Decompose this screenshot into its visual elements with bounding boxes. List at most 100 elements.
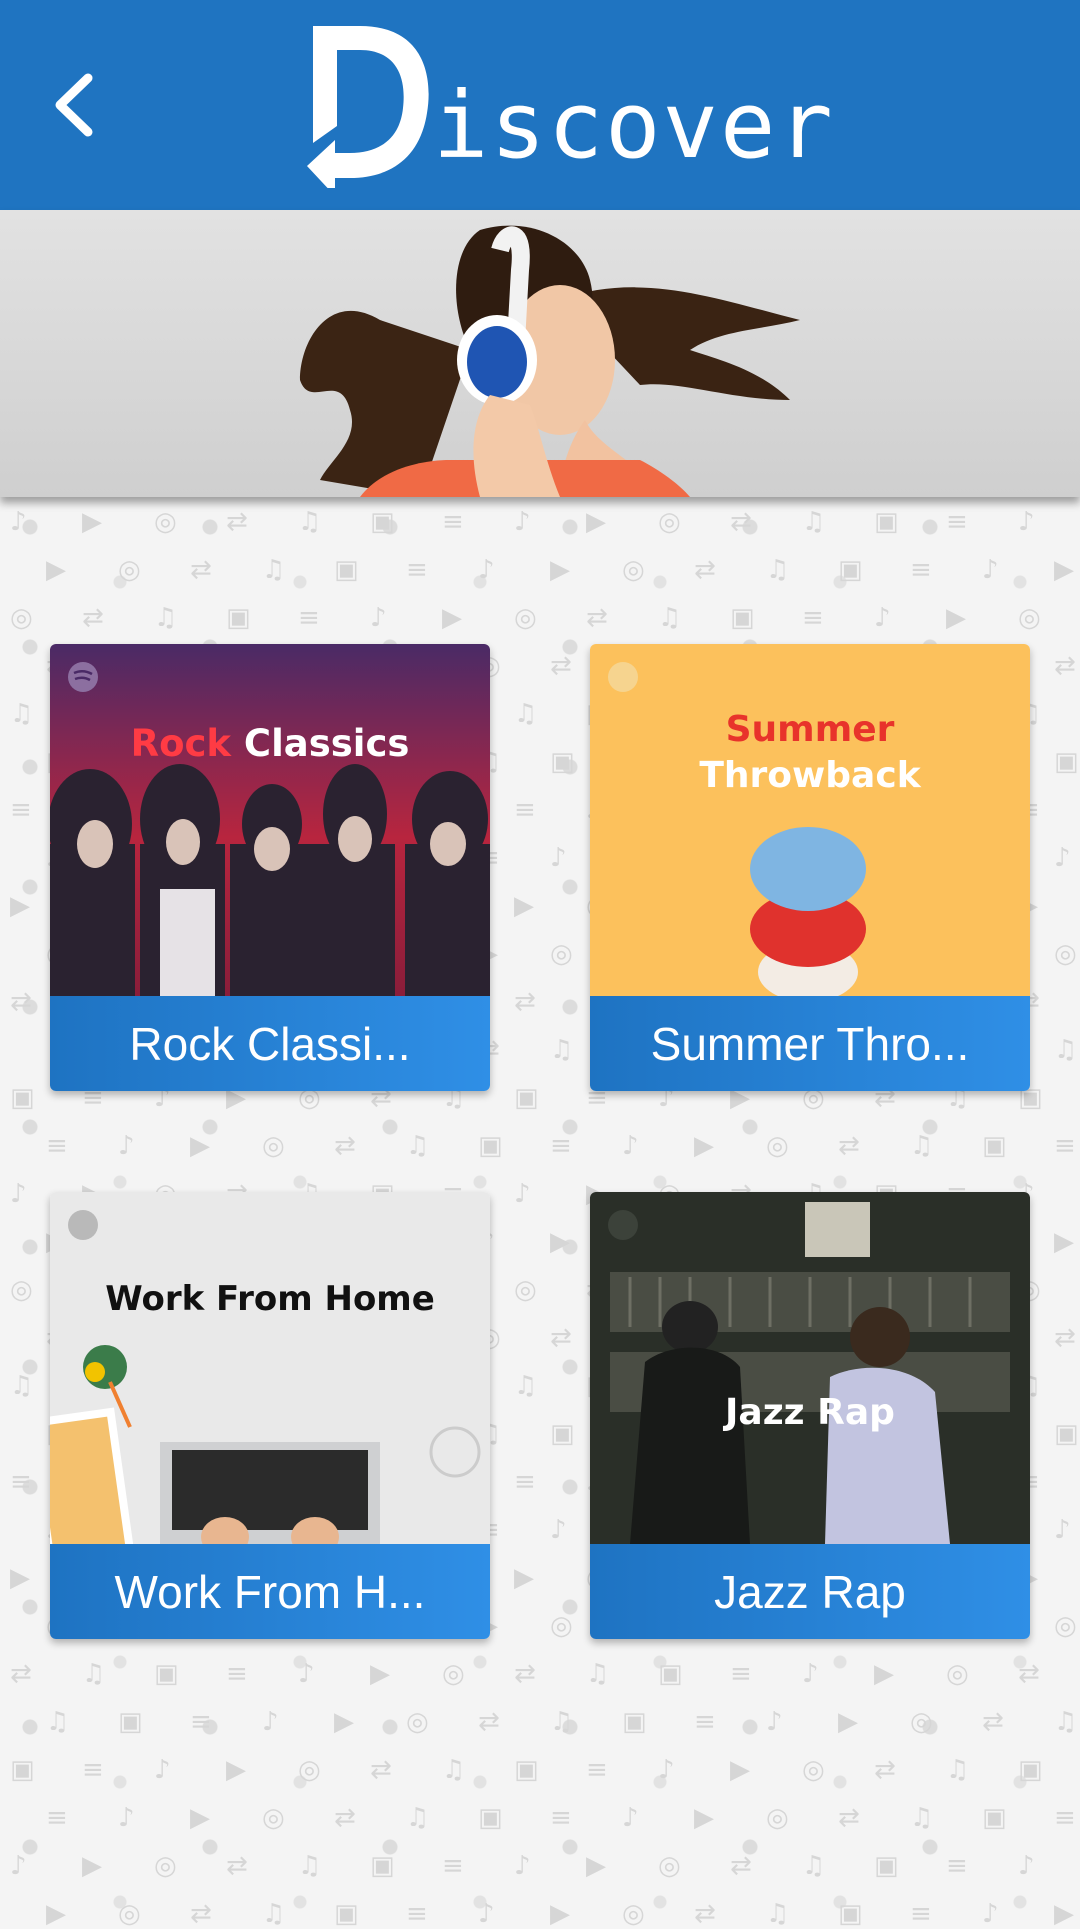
- pattern-glyph: ♪: [622, 1131, 639, 1161]
- pattern-glyph: ≡: [82, 1755, 104, 1785]
- pattern-glyph: ▶: [10, 891, 30, 921]
- pattern-glyph: ♫: [514, 1371, 538, 1401]
- pattern-glyph: ♪: [982, 555, 999, 585]
- pattern-glyph: ≡: [10, 1467, 32, 1497]
- art-title-classics: Classics: [244, 722, 410, 765]
- art-title: Work From Home: [105, 1279, 435, 1319]
- pattern-glyph: ♫: [298, 1851, 322, 1881]
- pattern-glyph: ▶: [946, 603, 966, 633]
- pattern-glyph: ≡: [46, 1131, 68, 1161]
- pattern-glyph: ▣: [370, 507, 395, 537]
- pattern-glyph: ≡: [406, 555, 428, 585]
- pattern-glyph: ♫: [946, 1755, 970, 1785]
- pattern-glyph: ♪: [802, 1659, 819, 1689]
- pattern-glyph: ⇄: [334, 1131, 356, 1161]
- pattern-glyph: ♫: [802, 507, 826, 537]
- pattern-glyph: ▣: [982, 1803, 1007, 1833]
- pattern-glyph: ◎: [802, 1755, 825, 1785]
- pattern-glyph: ▣: [514, 1755, 539, 1785]
- playlist-card-rock-classics[interactable]: Rock Classics Rock Classi...: [50, 644, 490, 1091]
- girl-with-headphones-image: [0, 210, 1080, 497]
- pattern-glyph: ♫: [910, 1131, 934, 1161]
- spotify-icon: [68, 1210, 98, 1240]
- pattern-glyph: ≡: [910, 555, 932, 585]
- pattern-glyph: ◎: [514, 603, 537, 633]
- pattern-glyph: ♪: [982, 1899, 999, 1929]
- pattern-glyph: ≡: [298, 603, 320, 633]
- pattern-glyph: ≡: [226, 1659, 248, 1689]
- pattern-glyph: ⇄: [694, 555, 716, 585]
- playlist-card-summer-throwback[interactable]: Summer Throwback Summer Thro...: [590, 644, 1030, 1091]
- pattern-glyph: ▶: [550, 1899, 570, 1929]
- pattern-glyph: ⇄: [370, 1755, 392, 1785]
- pattern-glyph: ♪: [1018, 507, 1035, 537]
- pattern-glyph: ≡: [442, 1851, 464, 1881]
- pattern-glyph: ⇄: [190, 1899, 212, 1929]
- pattern-glyph: ≡: [946, 507, 968, 537]
- pattern-glyph: ◎: [622, 1899, 645, 1929]
- pattern-glyph: ♫: [46, 1707, 70, 1737]
- pattern-glyph: ⇄: [334, 1803, 356, 1833]
- pattern-glyph: ⇄: [478, 1707, 500, 1737]
- playlist-card-jazz-rap[interactable]: Jazz Rap Jazz Rap: [590, 1192, 1030, 1639]
- pattern-glyph: ◎: [1018, 603, 1041, 633]
- pattern-glyph: ▶: [10, 1563, 30, 1593]
- pattern-glyph: ▶: [694, 1803, 714, 1833]
- pattern-glyph: ▶: [82, 1851, 102, 1881]
- pattern-glyph: ◎: [10, 1275, 33, 1305]
- pattern-glyph: ♪: [154, 1755, 171, 1785]
- app-logo: iscover: [305, 18, 833, 193]
- pattern-glyph: ▣: [10, 1083, 35, 1113]
- playlist-label: Summer Thro...: [590, 996, 1030, 1091]
- pattern-glyph: ≡: [802, 603, 824, 633]
- playlist-cover: Summer Throwback: [590, 644, 1030, 996]
- pattern-glyph: ◎: [118, 1899, 141, 1929]
- pattern-glyph: ♫: [1054, 1035, 1078, 1065]
- pattern-glyph: ♪: [514, 1179, 531, 1209]
- art-title-line1: Summer: [726, 709, 895, 750]
- pattern-glyph: ♪: [118, 1131, 135, 1161]
- pattern-glyph: ▣: [1054, 747, 1079, 777]
- svg-text:Rock Classics: Rock Classics: [131, 722, 410, 765]
- pattern-glyph: ▶: [334, 1707, 354, 1737]
- pattern-glyph: ▶: [1054, 1227, 1074, 1257]
- pattern-glyph: ♫: [766, 1899, 790, 1929]
- pattern-glyph: ⇄: [874, 1755, 896, 1785]
- pattern-glyph: ≡: [1054, 1131, 1076, 1161]
- pattern-glyph: ◎: [442, 1659, 465, 1689]
- pattern-glyph: ▶: [514, 891, 534, 921]
- pattern-glyph: ♪: [550, 1515, 567, 1545]
- back-button[interactable]: [28, 60, 118, 150]
- pattern-glyph: ◎: [622, 555, 645, 585]
- pattern-glyph: ▣: [334, 555, 359, 585]
- pattern-glyph: ⇄: [730, 1851, 752, 1881]
- pattern-glyph: ⇄: [514, 987, 536, 1017]
- pattern-glyph: ⇄: [1054, 1323, 1076, 1353]
- pattern-glyph: ▶: [46, 555, 66, 585]
- pattern-glyph: ▣: [550, 747, 575, 777]
- pattern-glyph: ♫: [550, 1707, 574, 1737]
- pattern-glyph: ♪: [550, 843, 567, 873]
- playlist-card-work-from-home[interactable]: Work From Home Work From H...: [50, 1192, 490, 1639]
- pattern-glyph: ◎: [118, 555, 141, 585]
- art-title-line2: Throwback: [699, 755, 921, 796]
- pattern-glyph: ▣: [658, 1659, 683, 1689]
- pattern-glyph: ▶: [226, 1755, 246, 1785]
- pattern-glyph: ▣: [1018, 1755, 1043, 1785]
- pattern-glyph: ♫: [406, 1803, 430, 1833]
- logo-d-mark: [307, 26, 429, 188]
- pattern-glyph: ◎: [262, 1803, 285, 1833]
- pattern-glyph: ♫: [262, 1899, 286, 1929]
- pattern-glyph: ▣: [730, 603, 755, 633]
- pattern-glyph: ◎: [946, 1659, 969, 1689]
- pattern-glyph: ⇄: [1018, 1659, 1040, 1689]
- pattern-glyph: ♫: [514, 699, 538, 729]
- pattern-glyph: ◎: [658, 507, 681, 537]
- pattern-glyph: ♫: [910, 1803, 934, 1833]
- pattern-glyph: ▣: [334, 1899, 359, 1929]
- pattern-glyph: ♫: [406, 1131, 430, 1161]
- pattern-glyph: ⇄: [694, 1899, 716, 1929]
- pattern-glyph: ♫: [154, 603, 178, 633]
- pattern-glyph: ≡: [46, 1803, 68, 1833]
- playlist-cover: Work From Home: [50, 1192, 490, 1544]
